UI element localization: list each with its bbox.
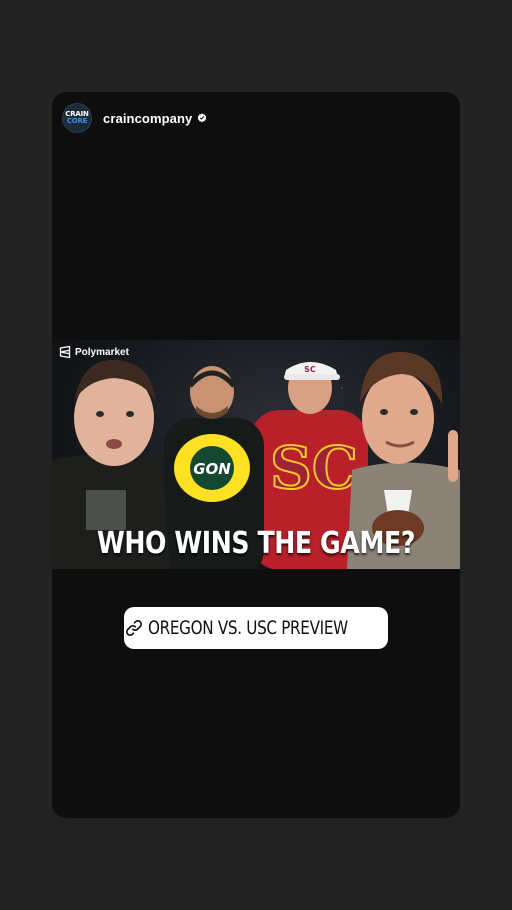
usc-logo: SC xyxy=(269,433,359,503)
verified-badge-icon xyxy=(198,113,207,123)
svg-text:SC: SC xyxy=(270,434,358,502)
oregon-logo: GON xyxy=(174,434,250,502)
sponsor-label: Polymarket xyxy=(75,346,129,358)
username[interactable]: craincompany xyxy=(103,111,192,126)
story-frame[interactable]: CRAIN CORE craincompany SC SC GON Polyma… xyxy=(52,92,460,818)
polymarket-icon xyxy=(59,346,71,358)
avatar-text-bottom: CORE xyxy=(66,117,88,125)
thumbnail-headline: WHO WINS THE GAME? xyxy=(96,526,416,561)
svg-text:GON: GON xyxy=(193,460,231,478)
avatar[interactable]: CRAIN CORE xyxy=(62,103,92,133)
link-sticker-label: OREGON VS. USC PREVIEW xyxy=(148,617,348,639)
story-header: CRAIN CORE craincompany xyxy=(62,102,207,134)
usc-cap-logo: SC xyxy=(304,365,316,374)
link-sticker-button[interactable]: OREGON VS. USC PREVIEW xyxy=(124,607,388,649)
video-thumbnail[interactable]: SC SC GON Polymarket WHO WINS THE GAME? xyxy=(52,340,460,569)
sponsor-tag: Polymarket xyxy=(59,346,129,358)
link-icon xyxy=(125,619,143,637)
